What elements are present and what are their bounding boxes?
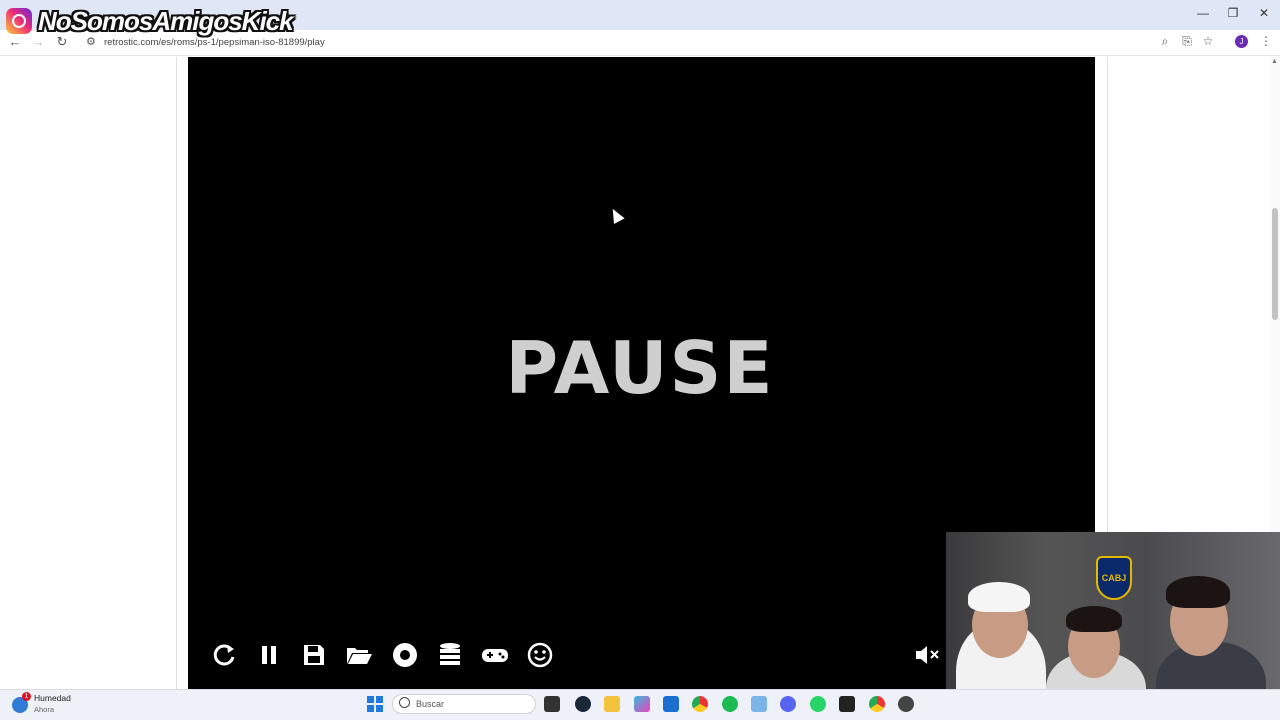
page-left-divider (176, 57, 177, 689)
close-button[interactable]: ✕ (1249, 6, 1279, 20)
pause-overlay-text: PAUSE (505, 326, 775, 410)
terminal-icon[interactable] (839, 696, 855, 712)
chrome-active-icon[interactable] (869, 696, 885, 712)
spotify-icon[interactable] (722, 696, 738, 712)
save-icon[interactable] (299, 640, 329, 670)
scroll-up-icon[interactable]: ▲ (1271, 58, 1278, 65)
zoom-icon[interactable]: ⌕ (1157, 34, 1173, 49)
photos-icon[interactable] (751, 696, 767, 712)
steam-icon[interactable] (575, 696, 591, 712)
start-button[interactable] (367, 696, 383, 712)
menu-kebab-icon[interactable]: ⋮ (1258, 34, 1274, 48)
record-icon[interactable] (390, 640, 420, 670)
install-app-icon[interactable]: ⎘ (1179, 34, 1195, 49)
scrollbar-thumb[interactable] (1272, 208, 1278, 320)
club-crest-icon: CABJ (1096, 556, 1132, 600)
restore-button[interactable]: ❐ (1218, 6, 1248, 20)
restart-icon[interactable] (209, 640, 239, 670)
search-icon (399, 697, 410, 708)
profile-avatar[interactable]: J (1235, 35, 1248, 48)
stream-overlay-text: NoSomosAmigosKick (38, 5, 294, 36)
task-view-icon[interactable] (544, 696, 560, 712)
database-icon[interactable] (435, 640, 465, 670)
pause-icon[interactable] (254, 640, 284, 670)
mute-icon[interactable] (912, 640, 942, 670)
obs-icon[interactable] (898, 696, 914, 712)
notification-badge: 1 (22, 692, 31, 701)
weather-subtitle: Ahora (34, 705, 55, 714)
smiley-icon[interactable] (525, 640, 555, 670)
file-explorer-icon[interactable] (604, 696, 620, 712)
discord-icon[interactable] (780, 696, 796, 712)
load-icon[interactable] (344, 640, 374, 670)
taskbar-search-placeholder[interactable]: Buscar (416, 699, 444, 709)
store-icon[interactable] (663, 696, 679, 712)
instagram-icon (6, 8, 32, 34)
chrome-icon[interactable] (692, 696, 708, 712)
taskbar-search-box[interactable] (392, 694, 536, 714)
gamepad-icon[interactable] (480, 640, 510, 670)
minimize-button[interactable]: — (1188, 6, 1218, 20)
stream-overlay-brand: NoSomosAmigosKick (6, 4, 294, 38)
copilot-icon[interactable] (634, 696, 650, 712)
weather-title[interactable]: Humedad (34, 693, 71, 703)
whatsapp-icon[interactable] (810, 696, 826, 712)
bookmark-star-icon[interactable]: ☆ (1200, 34, 1216, 48)
url-field[interactable]: retrostic.com/es/roms/ps-1/pepsiman-iso-… (104, 37, 325, 48)
